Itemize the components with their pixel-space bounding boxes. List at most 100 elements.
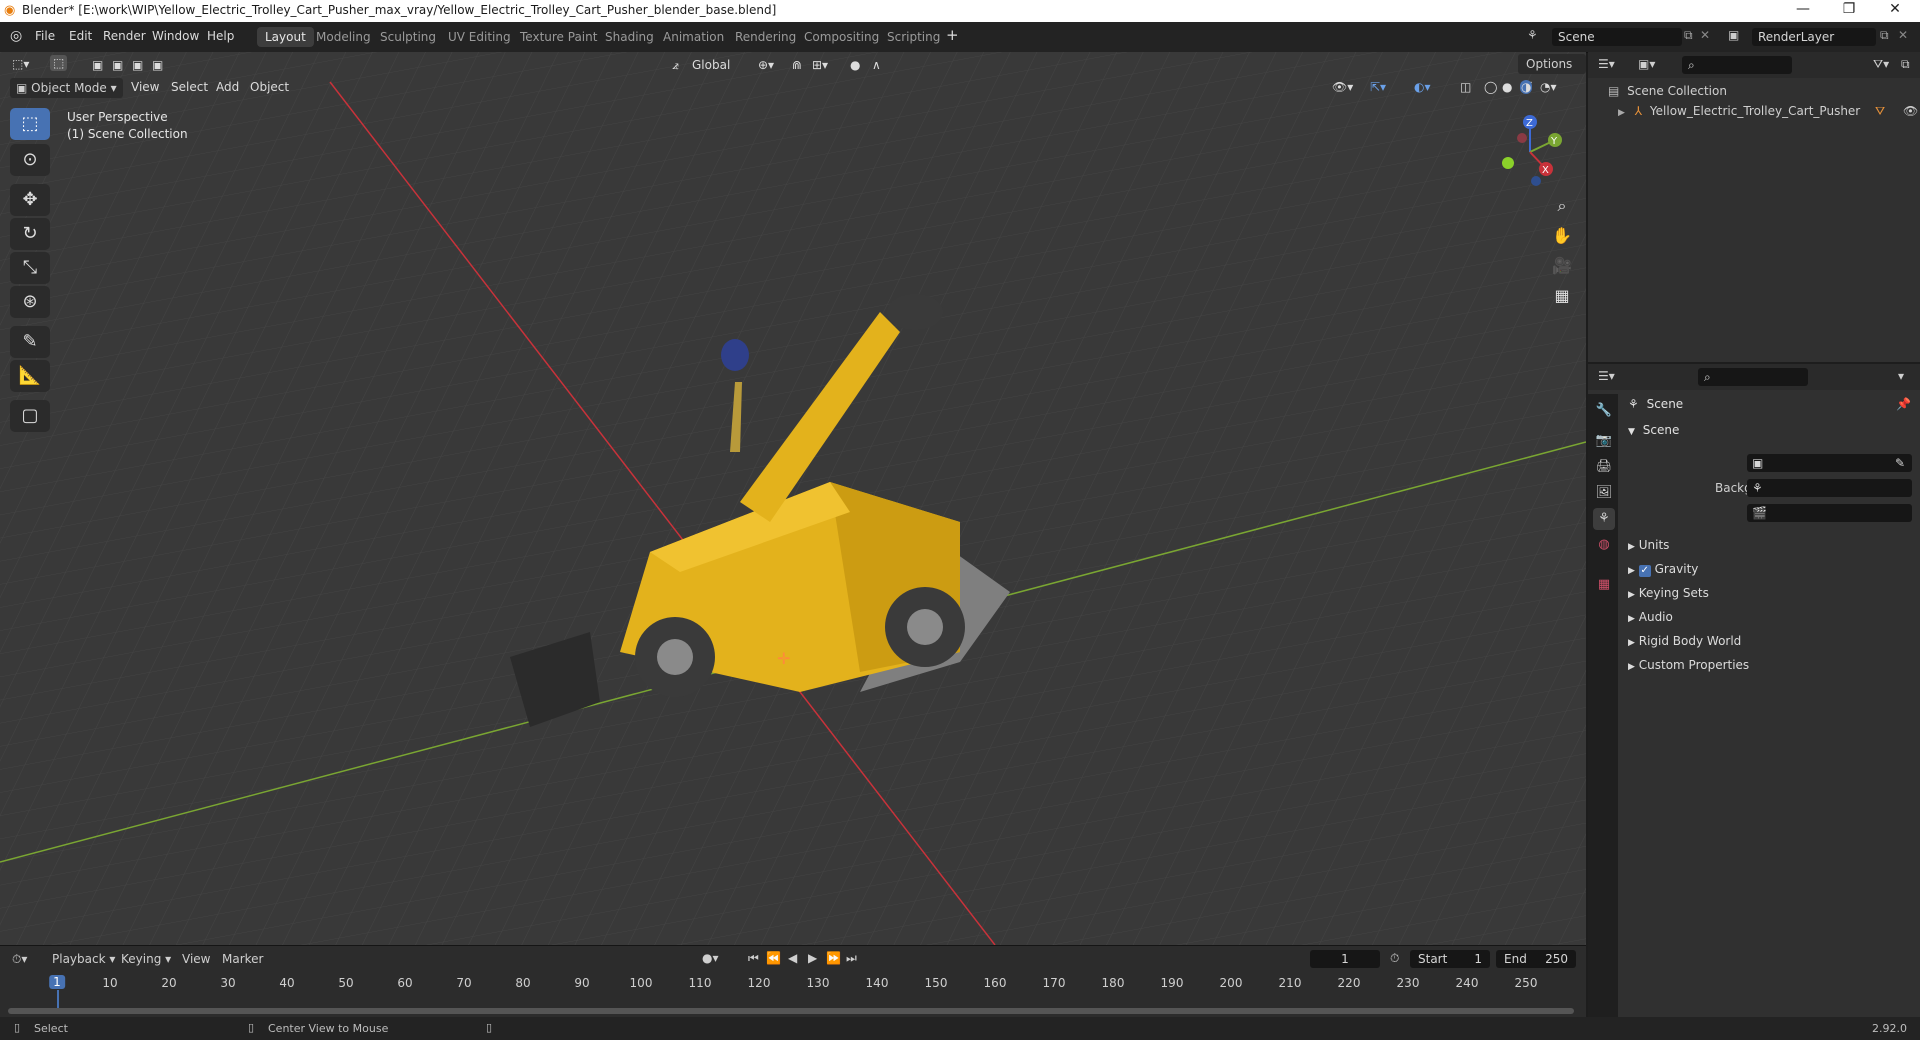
transform-orientation-dropdown[interactable]: Global <box>692 58 730 72</box>
tab-shading[interactable]: Shading <box>597 27 662 47</box>
editor-type-icon[interactable]: ⬚▾ <box>12 57 29 71</box>
render-tab-icon[interactable]: 📷 <box>1593 430 1615 452</box>
cursor-tool[interactable]: ⊙ <box>10 144 50 176</box>
new-view-layer-icon[interactable]: ⧉ <box>1880 28 1889 43</box>
3d-viewport[interactable]: ✛ ⬚▾ ⬚ ▣ ▣ ▣ ▣ ⦨ Global ⊕▾ ⋒ ⊞▾ ● ∧ Opti… <box>0 52 1586 945</box>
navigation-gizmo[interactable]: Z Y X <box>1490 112 1570 192</box>
texture-tab-icon[interactable]: ▦ <box>1593 574 1615 596</box>
pivot-point-icon[interactable]: ⊕▾ <box>758 58 774 72</box>
section-units[interactable]: ▶ Units <box>1628 538 1669 552</box>
record-icon[interactable]: ●▾ <box>702 951 719 965</box>
section-gravity[interactable]: ▶ ✓ Gravity <box>1628 562 1698 577</box>
active-clip-field[interactable]: 🎬 <box>1747 504 1912 522</box>
pin-icon[interactable]: 📌 <box>1896 397 1911 411</box>
scale-tool[interactable]: ⤡ <box>10 252 50 284</box>
gravity-checkbox[interactable]: ✓ <box>1638 565 1651 577</box>
camera-field[interactable]: ▣ ✎ <box>1747 454 1912 472</box>
filter-icon[interactable]: ⛛▾ <box>1873 57 1889 72</box>
select-menu[interactable]: Select <box>171 80 208 94</box>
transform-tool[interactable]: ⊛ <box>10 286 50 318</box>
falloff-icon[interactable]: ∧ <box>872 58 881 72</box>
tool-tab-icon[interactable]: 🔧 <box>1593 400 1615 422</box>
rendered-shading-icon[interactable]: ◔▾ <box>1540 80 1557 94</box>
select-mode-extend-icon[interactable]: ▣ <box>112 58 123 72</box>
eyedropper-icon[interactable]: ✎ <box>1895 454 1905 472</box>
timeline-view-menu[interactable]: View <box>182 952 210 966</box>
output-tab-icon[interactable]: 🖨 <box>1593 456 1615 478</box>
menu-help[interactable]: Help <box>207 29 234 43</box>
perspective-toggle-icon[interactable]: ▦ <box>1548 282 1576 310</box>
xray-icon[interactable]: ◫ <box>1460 80 1471 94</box>
new-scene-icon[interactable]: ⧉ <box>1684 28 1693 43</box>
3d-cursor-icon[interactable]: ✛ <box>777 649 790 668</box>
view-layer-field[interactable]: RenderLayer <box>1752 28 1876 46</box>
tab-sculpting[interactable]: Sculpting <box>372 27 444 47</box>
snap-icon[interactable]: ⋒ <box>792 58 802 72</box>
view-layer-tab-icon[interactable]: 🖼 <box>1593 482 1615 504</box>
outliner-display-mode-icon[interactable]: ▣▾ <box>1638 57 1655 71</box>
tab-uv-editing[interactable]: UV Editing <box>440 27 519 47</box>
section-rigid-body-world[interactable]: ▶ Rigid Body World <box>1628 634 1741 648</box>
section-custom-properties[interactable]: ▶ Custom Properties <box>1628 658 1749 672</box>
blender-menu-icon[interactable]: ◎ <box>10 28 22 44</box>
modifier-filter-icon[interactable]: ⛛ <box>1875 104 1885 119</box>
camera-view-icon[interactable]: 🎥 <box>1548 252 1576 280</box>
start-frame-field[interactable]: Start 1 <box>1410 950 1490 968</box>
wireframe-shading-icon[interactable]: ◯ <box>1484 80 1497 94</box>
scene-selector-icon[interactable]: ⚘ <box>1527 28 1538 42</box>
keying-menu[interactable]: Keying ▾ <box>121 952 171 966</box>
playhead-line[interactable] <box>57 990 59 1010</box>
visibility-icon[interactable]: 👁▾ <box>1332 80 1353 94</box>
marker-menu[interactable]: Marker <box>222 952 263 966</box>
background-scene-field[interactable]: ⚘ <box>1747 479 1912 497</box>
timeline-editor-type-icon[interactable]: ⏱▾ <box>12 952 27 967</box>
section-keying-sets[interactable]: ▶ Keying Sets <box>1628 586 1709 600</box>
object-menu[interactable]: Object <box>250 80 289 94</box>
close-button[interactable]: ✕ <box>1872 1 1918 17</box>
menu-window[interactable]: Window <box>152 29 199 43</box>
menu-edit[interactable]: Edit <box>69 29 92 43</box>
tab-rendering[interactable]: Rendering <box>727 27 804 47</box>
outliner-row-scene-collection[interactable]: ▤ Scene Collection <box>1608 84 1727 98</box>
proportional-edit-icon[interactable]: ● <box>850 58 860 72</box>
pan-hand-icon[interactable]: ✋ <box>1548 222 1576 250</box>
menu-render[interactable]: Render <box>103 29 146 43</box>
end-frame-field[interactable]: End 250 <box>1496 950 1576 968</box>
menu-file[interactable]: File <box>35 29 55 43</box>
solid-shading-icon[interactable]: ● <box>1502 80 1512 94</box>
properties-editor-type-icon[interactable]: ☰▾ <box>1598 369 1615 383</box>
minimize-button[interactable]: — <box>1780 1 1826 17</box>
tab-layout[interactable]: Layout <box>257 27 314 47</box>
playback-menu[interactable]: Playback ▾ <box>52 952 115 966</box>
visibility-eye-icon[interactable]: 👁 <box>1903 104 1918 118</box>
add-workspace-button[interactable]: + <box>946 26 959 44</box>
prev-keyframe-icon[interactable]: ⏪ <box>766 951 781 965</box>
zoom-icon[interactable]: ⌕ <box>1548 192 1576 220</box>
timeline-scrollbar[interactable] <box>8 1008 1574 1014</box>
options-dropdown[interactable]: Options ▾ <box>1518 54 1586 91</box>
frame-ruler[interactable]: 1 10 20 30 40 50 60 70 80 90 100 110 120… <box>0 972 1586 996</box>
remove-view-layer-icon[interactable]: ✕ <box>1898 28 1908 42</box>
mode-dropdown[interactable]: ▣ Object Mode ▾ <box>10 78 123 98</box>
preview-range-icon[interactable]: ⏱ <box>1390 951 1399 966</box>
properties-search-input[interactable]: ⌕ <box>1698 368 1808 386</box>
section-audio[interactable]: ▶ Audio <box>1628 610 1673 624</box>
view-menu[interactable]: View <box>131 80 159 94</box>
new-collection-icon[interactable]: ⧉ <box>1901 57 1910 72</box>
current-frame-field[interactable]: 1 <box>1310 950 1380 968</box>
world-tab-icon[interactable]: ◍ <box>1593 534 1615 556</box>
outliner-row-cart[interactable]: ▶ ⅄ Yellow_Electric_Trolley_Cart_Pusher … <box>1618 104 1918 118</box>
add-menu[interactable]: Add <box>216 80 239 94</box>
overlays-icon[interactable]: ◐▾ <box>1414 80 1431 94</box>
scene-tab-icon[interactable]: ⚘ <box>1593 508 1615 530</box>
tab-texture-paint[interactable]: Texture Paint <box>512 27 605 47</box>
properties-options-icon[interactable]: ▾ <box>1898 369 1904 383</box>
select-mode-intersect-icon[interactable]: ▣ <box>152 58 163 72</box>
annotate-tool[interactable]: ✎ <box>10 326 50 358</box>
move-tool[interactable]: ✥ <box>10 184 50 216</box>
measure-tool[interactable]: 📐 <box>10 360 50 392</box>
tab-animation[interactable]: Animation <box>655 27 732 47</box>
material-shading-icon[interactable]: ◑ <box>1520 80 1533 94</box>
scene-name-field[interactable]: Scene <box>1552 28 1682 46</box>
next-keyframe-icon[interactable]: ⏩ <box>826 951 841 965</box>
